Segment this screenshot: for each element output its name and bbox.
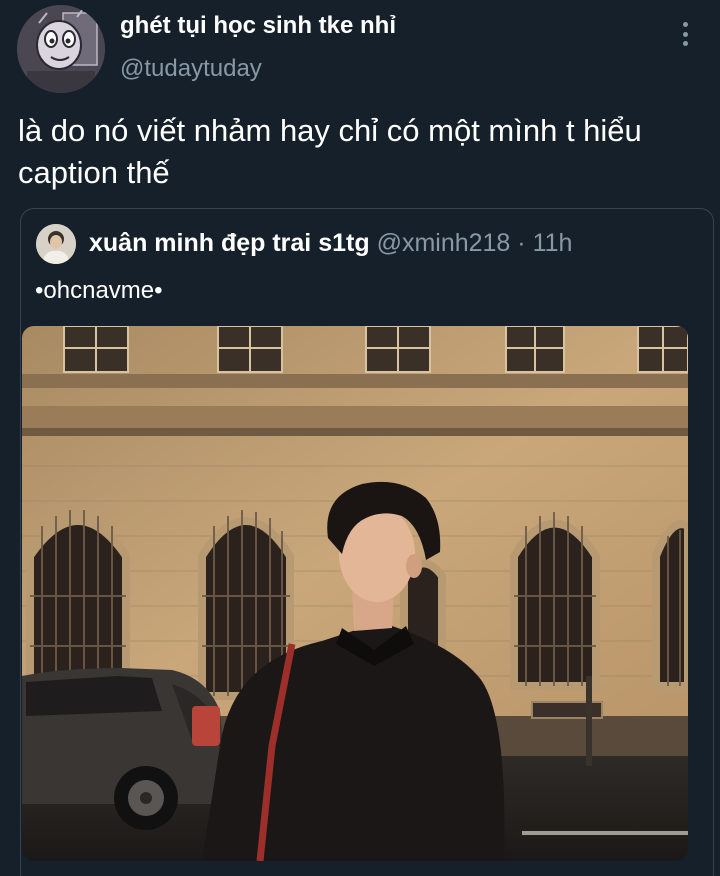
quoted-author-avatar[interactable] xyxy=(36,224,76,264)
photo-man-night-street-icon xyxy=(22,326,688,861)
dot xyxy=(682,41,688,46)
quoted-text: •ohcnavme• xyxy=(35,277,163,304)
quoted-header: xuân minh đẹp trai s1tg @xminh218 · 11h xyxy=(89,229,572,258)
author-avatar[interactable] xyxy=(17,5,105,93)
dot xyxy=(682,31,688,37)
author-display-name[interactable]: ghét tụi học sinh tke nhỉ xyxy=(120,12,396,40)
author-handle[interactable]: @tudaytuday xyxy=(120,55,262,83)
quoted-display-name[interactable]: xuân minh đẹp trai s1tg xyxy=(89,229,370,257)
tweet-text: là do nó viết nhảm hay chỉ có một mình t… xyxy=(18,113,642,190)
quoted-timestamp[interactable]: 11h xyxy=(533,229,573,257)
quoted-tweet[interactable]: xuân minh đẹp trai s1tg @xminh218 · 11h … xyxy=(20,208,714,876)
vertical-dots-icon[interactable] xyxy=(674,22,696,46)
quoted-photo[interactable] xyxy=(22,326,688,861)
quoted-handle[interactable]: @xminh218 xyxy=(377,229,511,257)
separator-dot: · xyxy=(517,229,526,257)
cartoon-face-avatar-icon xyxy=(17,5,105,93)
tweet: ghét tụi học sinh tke nhỉ @tudaytuday là… xyxy=(0,0,720,876)
dot xyxy=(682,22,688,27)
person-avatar-icon xyxy=(36,224,76,264)
